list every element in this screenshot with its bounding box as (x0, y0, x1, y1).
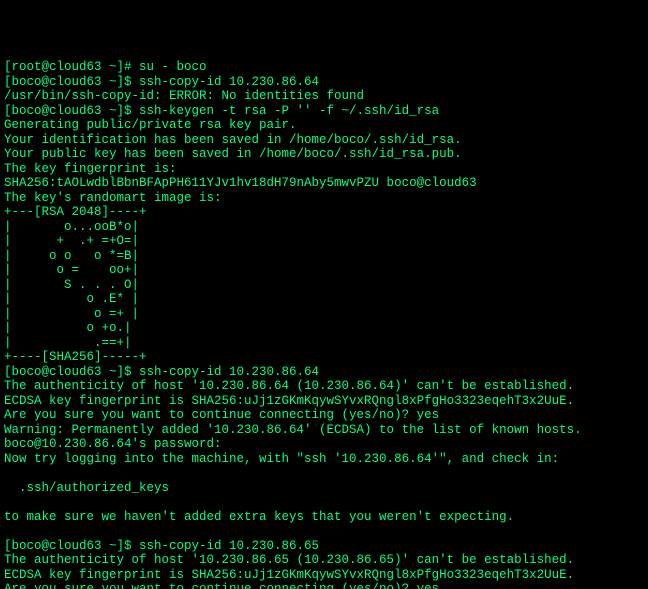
terminal-line: ECDSA key fingerprint is SHA256:uJj1zGKm… (4, 394, 574, 408)
terminal-line: The authenticity of host '10.230.86.65 (… (4, 553, 574, 567)
terminal-line: | o =+ | (4, 307, 139, 321)
terminal-line: +---[RSA 2048]----+ (4, 205, 147, 219)
terminal-line: ECDSA key fingerprint is SHA256:uJj1zGKm… (4, 568, 574, 582)
terminal-output[interactable]: [root@cloud63 ~]# su - boco [boco@cloud6… (0, 58, 648, 589)
terminal-line: | o +o.| (4, 321, 132, 335)
terminal-line: [boco@cloud63 ~]$ ssh-copy-id 10.230.86.… (4, 365, 319, 379)
terminal-line: | .==+| (4, 336, 132, 350)
terminal-line: Are you sure you want to continue connec… (4, 408, 439, 422)
terminal-line: | o...ooB*o| (4, 220, 139, 234)
terminal-line: The key's randomart image is: (4, 191, 222, 205)
terminal-line: SHA256:tAOLwdblBbnBFApPH611YJv1hv18dH79n… (4, 176, 477, 190)
terminal-line: Now try logging into the machine, with "… (4, 452, 559, 466)
terminal-line: The key fingerprint is: (4, 162, 177, 176)
terminal-line: [boco@cloud63 ~]$ ssh-keygen -t rsa -P '… (4, 104, 439, 118)
terminal-line: | o = oo+| (4, 263, 139, 277)
terminal-line: .ssh/authorized_keys (4, 481, 169, 495)
terminal-line: | o .E* | (4, 292, 139, 306)
terminal-line: boco@10.230.86.64's password: (4, 437, 222, 451)
terminal-line: | o o o *=B| (4, 249, 139, 263)
terminal-line: [boco@cloud63 ~]$ ssh-copy-id 10.230.86.… (4, 75, 319, 89)
terminal-line: Generating public/private rsa key pair. (4, 118, 297, 132)
terminal-line: [boco@cloud63 ~]$ ssh-copy-id 10.230.86.… (4, 539, 319, 553)
terminal-line: Are you sure you want to continue connec… (4, 582, 439, 589)
terminal-line: Warning: Permanently added '10.230.86.64… (4, 423, 582, 437)
terminal-line: Your identification has been saved in /h… (4, 133, 462, 147)
terminal-line: /usr/bin/ssh-copy-id: ERROR: No identiti… (4, 89, 364, 103)
terminal-line: +----[SHA256]-----+ (4, 350, 147, 364)
terminal-line: to make sure we haven't added extra keys… (4, 510, 514, 524)
terminal-line: | S . . . O| (4, 278, 139, 292)
terminal-line: [root@cloud63 ~]# su - boco (4, 60, 207, 74)
terminal-line: | + .+ =+O=| (4, 234, 139, 248)
terminal-line: The authenticity of host '10.230.86.64 (… (4, 379, 574, 393)
terminal-line: Your public key has been saved in /home/… (4, 147, 462, 161)
